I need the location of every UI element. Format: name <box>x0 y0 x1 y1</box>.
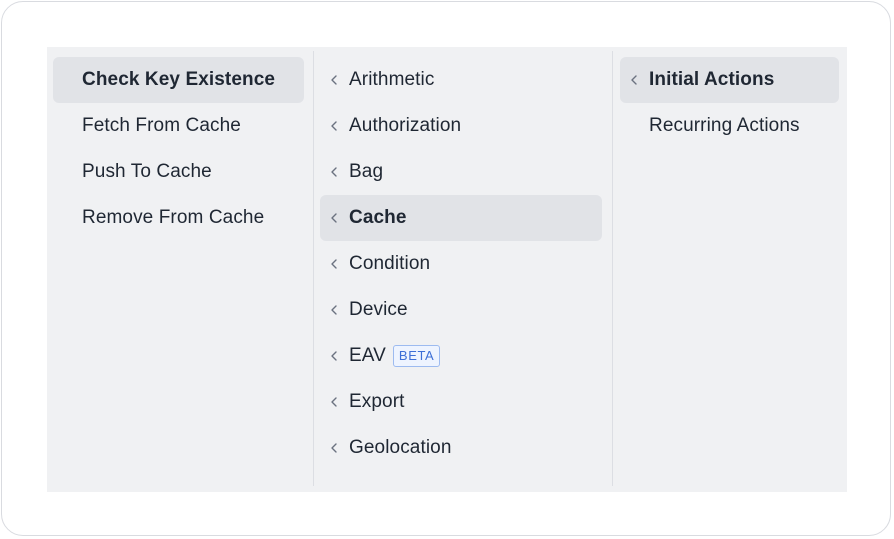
beta-badge: BETA <box>392 345 441 367</box>
menu-item-label: Cache <box>349 207 407 228</box>
chevron-left-icon <box>328 73 340 87</box>
menu-item-arithmetic[interactable]: Arithmetic <box>320 57 602 103</box>
menu-item-authorization[interactable]: Authorization <box>320 103 602 149</box>
menu-item-label: Geolocation <box>349 437 452 458</box>
menu-item-eav[interactable]: EAV BETA <box>320 333 602 379</box>
menu-item-label: Check Key Existence <box>82 69 276 90</box>
menu-item-label: Remove From Cache <box>82 207 265 228</box>
menu-item-export[interactable]: Export <box>320 379 602 425</box>
menu-item-label: Condition <box>349 253 431 274</box>
chevron-left-icon <box>328 441 340 455</box>
menu-item-label: Bag <box>349 161 384 182</box>
menu-item-remove-from-cache[interactable]: Remove From Cache <box>53 195 304 241</box>
chevron-left-icon <box>328 211 340 225</box>
menu-item-check-key-existence[interactable]: Check Key Existence <box>53 57 304 103</box>
chevron-left-icon <box>328 119 340 133</box>
chevron-left-icon <box>328 165 340 179</box>
chevron-left-icon <box>328 303 340 317</box>
menu-item-fetch-from-cache[interactable]: Fetch From Cache <box>53 103 304 149</box>
menu-column-categories: Arithmetic Authorization Bag Cache Condi… <box>313 51 611 486</box>
chevron-left-icon <box>628 73 640 87</box>
menu-item-push-to-cache[interactable]: Push To Cache <box>53 149 304 195</box>
menu-item-label: Export <box>349 391 405 412</box>
menu-item-label: Authorization <box>349 115 462 136</box>
menu-item-condition[interactable]: Condition <box>320 241 602 287</box>
menu-item-cache[interactable]: Cache <box>320 195 602 241</box>
menu-item-bag[interactable]: Bag <box>320 149 602 195</box>
menu-item-label: Recurring Actions <box>649 115 800 136</box>
menu-item-label: Fetch From Cache <box>82 115 241 136</box>
menu-item-label: Initial Actions <box>649 69 775 90</box>
chevron-left-icon <box>328 395 340 409</box>
menu-item-recurring-actions[interactable]: Recurring Actions <box>620 103 839 149</box>
menu-item-label: EAV <box>349 345 386 366</box>
menu-item-label: Push To Cache <box>82 161 212 182</box>
menu-item-geolocation[interactable]: Geolocation <box>320 425 602 471</box>
menu-item-label: Arithmetic <box>349 69 435 90</box>
menu-column-actions: Check Key Existence Fetch From Cache Pus… <box>53 51 312 486</box>
menu-item-label: Device <box>349 299 408 320</box>
chevron-left-icon <box>328 257 340 271</box>
cascading-menu: Check Key Existence Fetch From Cache Pus… <box>47 47 847 492</box>
menu-item-device[interactable]: Device <box>320 287 602 333</box>
menu-column-triggers: Initial Actions Recurring Actions <box>612 51 847 486</box>
menu-item-initial-actions[interactable]: Initial Actions <box>620 57 839 103</box>
chevron-left-icon <box>328 349 340 363</box>
